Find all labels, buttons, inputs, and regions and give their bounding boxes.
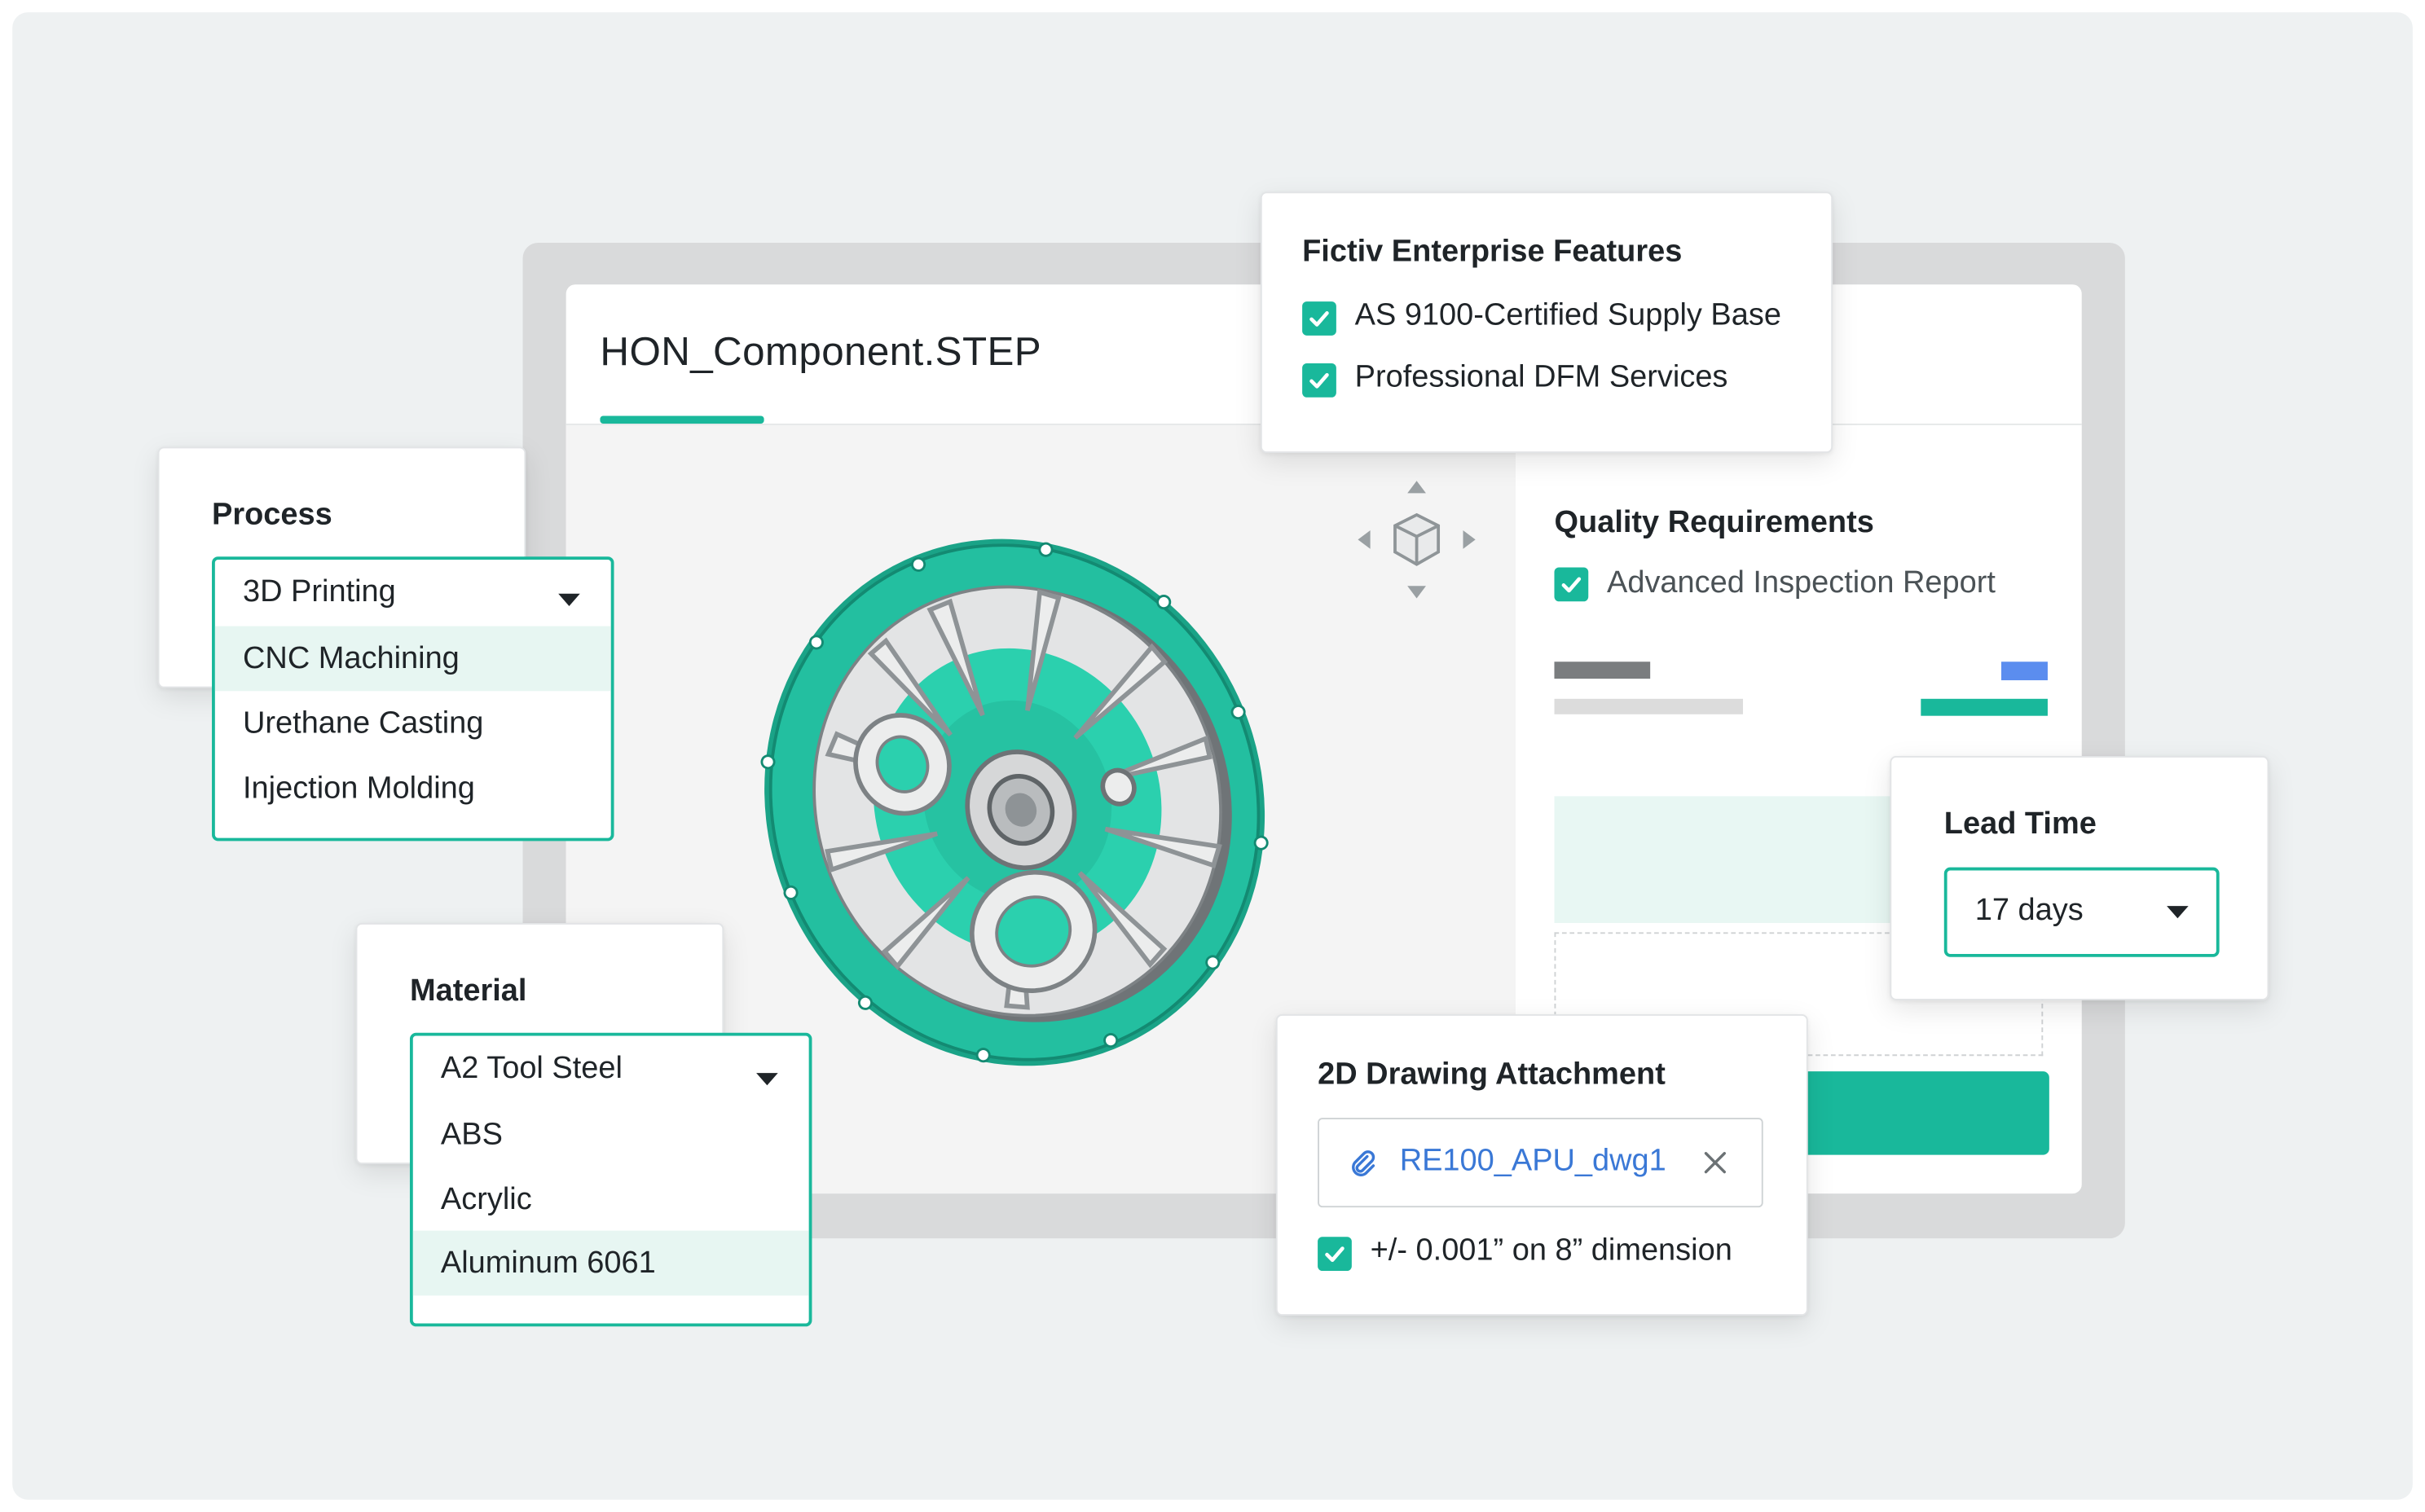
enterprise-item-1: AS 9100-Certified Supply Base (1354, 298, 1781, 333)
process-option-label: Injection Molding (242, 771, 475, 806)
lead-time-value: 17 days (1974, 893, 2084, 928)
process-option[interactable]: CNC Machining (214, 626, 611, 692)
price-placeholder-line (1554, 698, 1744, 714)
attachment-chip[interactable]: RE100_APU_dwg1 (1318, 1118, 1763, 1208)
process-dropdown[interactable]: 3D Printing CNC Machining Urethane Casti… (212, 556, 614, 842)
part-3d-model[interactable] (751, 524, 1277, 1080)
enterprise-item-2: Professional DFM Services (1354, 360, 1728, 394)
process-title: Process (212, 498, 332, 532)
material-title: Material (409, 974, 527, 1009)
enterprise-features-card: Fictiv Enterprise Features AS 9100-Certi… (1260, 191, 1833, 454)
paperclip-icon (1352, 1150, 1375, 1176)
material-option-label: Acrylic (440, 1182, 532, 1217)
enterprise-title: Fictiv Enterprise Features (1302, 235, 1683, 270)
lead-time-select[interactable]: 17 days (1943, 867, 2220, 957)
material-option[interactable]: ABS (413, 1102, 809, 1167)
lead-time-title: Lead Time (1943, 807, 2097, 842)
process-selected-label: 3D Printing (242, 574, 396, 609)
drawing-attachment-card: 2D Drawing Attachment RE100_APU_dwg1 +/-… (1275, 1013, 1808, 1316)
check-icon (1309, 311, 1329, 327)
chevron-down-icon[interactable] (756, 1073, 778, 1086)
price-placeholder-bar (1554, 662, 1651, 679)
enterprise-checkbox-2[interactable] (1302, 363, 1336, 398)
process-option-label: Urethane Casting (242, 706, 484, 741)
process-option[interactable]: Urethane Casting (215, 691, 611, 756)
close-icon[interactable] (1703, 1150, 1727, 1175)
chevron-down-icon (2167, 906, 2189, 919)
file-name-tab[interactable]: HON_Component.STEP (600, 327, 1041, 376)
check-icon (1561, 577, 1582, 593)
stage: HON_Component.STEP Quality Requirements … (0, 0, 2425, 1512)
chevron-down-icon[interactable] (558, 593, 580, 606)
process-option[interactable]: Injection Molding (215, 756, 611, 821)
material-dropdown[interactable]: A2 Tool Steel ABS Acrylic Aluminum 6061 (409, 1032, 812, 1327)
drawing-note-label: +/- 0.001” on 8” dimension (1370, 1233, 1732, 1268)
material-option-label: ABS (440, 1118, 503, 1152)
check-icon (1325, 1246, 1345, 1262)
process-option-label: CNC Machining (242, 641, 460, 676)
quality-title: Quality Requirements (1554, 505, 1874, 540)
lead-time-card: Lead Time 17 days (1890, 756, 2269, 1000)
drawing-title: 2D Drawing Attachment (1318, 1057, 1666, 1092)
active-tab-indicator (600, 415, 764, 424)
attachment-file-link[interactable]: RE100_APU_dwg1 (1400, 1144, 1666, 1180)
quality-checkbox[interactable] (1554, 567, 1589, 602)
drawing-note-checkbox[interactable] (1318, 1237, 1352, 1271)
check-icon (1309, 372, 1329, 389)
enterprise-checkbox-1[interactable] (1302, 301, 1336, 336)
material-selected[interactable]: A2 Tool Steel (413, 1036, 809, 1101)
material-selected-label: A2 Tool Steel (440, 1051, 623, 1086)
view-cube-icon[interactable] (1355, 477, 1479, 601)
material-option[interactable]: Acrylic (413, 1167, 809, 1233)
material-option[interactable]: Aluminum 6061 (412, 1230, 809, 1296)
price-accent-bar (2001, 662, 2048, 681)
material-option-label: Aluminum 6061 (440, 1246, 656, 1281)
quality-item-label: Advanced Inspection Report (1607, 565, 1996, 600)
process-selected[interactable]: 3D Printing (215, 560, 611, 625)
price-accent-line (1921, 698, 2048, 716)
